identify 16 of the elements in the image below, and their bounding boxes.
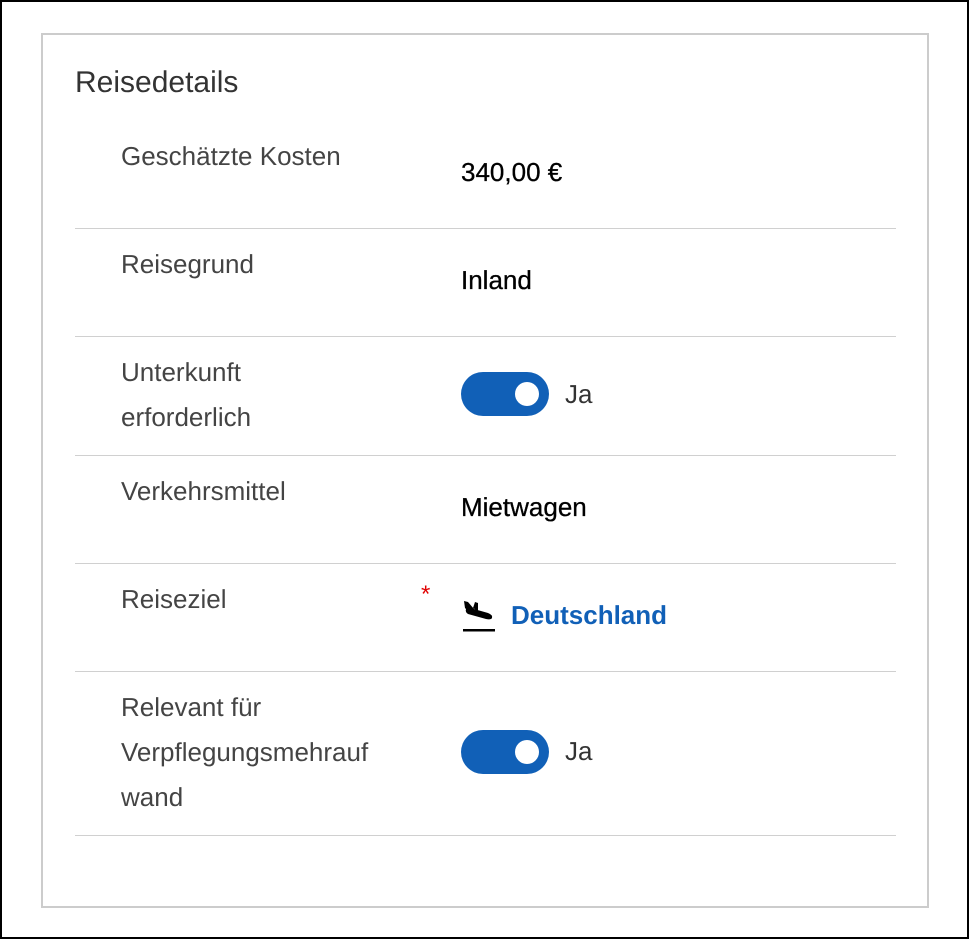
toggle-label: Ja — [565, 736, 592, 767]
field-label: Reiseziel — [121, 584, 226, 614]
field-value: Mietwagen — [461, 492, 587, 523]
required-mark: * — [421, 582, 430, 608]
field-label: Relevant für Verpflegungsmehraufwand — [121, 692, 368, 812]
field-label: Reisegrund — [121, 249, 254, 279]
toggle-label: Ja — [565, 378, 592, 410]
field-value: 340,00 € — [461, 157, 562, 188]
field-label: Verkehrsmittel — [121, 476, 286, 506]
field-label: Unterkunft erforderlich — [121, 357, 252, 432]
toggle-switch[interactable] — [461, 730, 549, 774]
card-title: Reisedetails — [75, 65, 238, 101]
toggle-switch[interactable] — [461, 372, 549, 416]
destination-link[interactable]: Deutschland — [511, 600, 668, 631]
field-label: Geschätzte Kosten — [121, 141, 341, 171]
field-value: Inland — [461, 265, 532, 296]
